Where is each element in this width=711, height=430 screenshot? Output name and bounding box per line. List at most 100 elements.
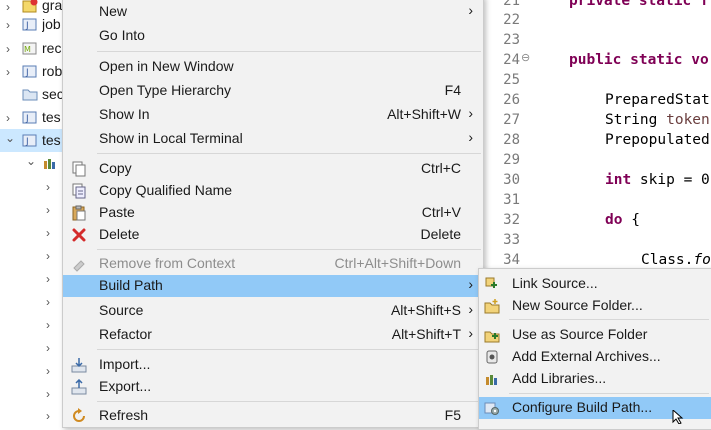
chevron-right-icon[interactable]: › [46, 227, 54, 239]
fold-toggle-icon[interactable]: ⊖ [521, 51, 530, 64]
tree-child-item[interactable]: ⌄ [0, 152, 64, 175]
maven-project-icon: M [22, 40, 38, 56]
tree-child-item[interactable]: › [0, 404, 64, 427]
code-line: int skip = 0 [605, 172, 710, 188]
chevron-right-icon[interactable]: › [46, 319, 54, 331]
menu-item-label: Paste [99, 204, 135, 220]
tree-child-item[interactable]: › [0, 175, 64, 198]
tree-child-item[interactable]: › [0, 267, 64, 290]
menu-item-copy[interactable]: Copy Ctrl+C [63, 158, 483, 180]
menu-item-paste[interactable]: Paste Ctrl+V [63, 202, 483, 224]
export-icon [71, 378, 87, 395]
tree-child-item[interactable]: › [0, 359, 64, 382]
new-source-folder-icon [484, 298, 500, 314]
tree-child-item[interactable]: › [0, 313, 64, 336]
code-line: public static vo [569, 52, 709, 68]
code-line: Prepopulated [605, 132, 710, 148]
chevron-right-icon[interactable]: › [46, 388, 54, 400]
submenu-item-link-source[interactable]: Link Source... [479, 273, 711, 295]
tree-item-project[interactable]: sec [0, 83, 64, 106]
menu-separator [97, 249, 481, 250]
submenu-item-add-libraries[interactable]: Add Libraries... [479, 368, 711, 390]
java-project-icon: J [22, 63, 38, 79]
chevron-right-icon[interactable]: › [6, 43, 14, 55]
chevron-right-icon[interactable]: › [6, 66, 14, 78]
tree-item-project-selected[interactable]: ⌄ J tes [0, 129, 64, 152]
menu-item-shortcut: F4 [444, 82, 461, 98]
tree-child-item[interactable]: › [0, 221, 64, 244]
submenu-item-add-external-archives[interactable]: Add External Archives... [479, 346, 711, 368]
menu-item-source[interactable]: Source Alt+Shift+S › [63, 300, 483, 322]
chevron-right-icon[interactable]: › [46, 296, 54, 308]
submenu-arrow-icon: › [468, 129, 473, 145]
submenu-item-new-source-folder[interactable]: New Source Folder... [479, 295, 711, 317]
chevron-right-icon[interactable]: › [46, 273, 54, 285]
menu-item-copy-qualified-name[interactable]: Copy Qualified Name [63, 180, 483, 202]
menu-item-open-in-new-window[interactable]: Open in New Window [63, 56, 483, 78]
svg-text:J: J [25, 114, 29, 124]
menu-item-new[interactable]: New › [63, 1, 483, 23]
menu-item-shortcut: Alt+Shift+S [390, 302, 461, 318]
menu-item-shortcut: Alt+Shift+W [387, 106, 461, 122]
link-source-icon [484, 276, 500, 292]
menu-item-label: Import... [99, 356, 151, 372]
chevron-down-icon[interactable]: ⌄ [5, 132, 15, 144]
chevron-right-icon[interactable]: › [6, 19, 14, 31]
tree-child-item[interactable]: › [0, 198, 64, 221]
tree-item-project[interactable]: › J job [0, 13, 64, 36]
tree-child-item[interactable]: › [0, 290, 64, 313]
chevron-right-icon[interactable]: › [46, 250, 54, 262]
tree-item-label: gra [42, 0, 63, 13]
copy-icon [71, 161, 87, 177]
submenu-item-label: Use as Source Folder [512, 326, 648, 342]
menu-item-shortcut: Delete [420, 226, 461, 242]
chevron-down-icon[interactable]: ⌄ [26, 155, 36, 167]
tree-item-project[interactable]: › J rob [0, 60, 64, 83]
svg-text:J: J [25, 21, 29, 31]
chevron-right-icon[interactable]: › [46, 342, 54, 354]
menu-item-export[interactable]: Export... [63, 376, 483, 398]
menu-item-show-in-local-terminal[interactable]: Show in Local Terminal › [63, 128, 483, 150]
code-keyword: private static f [569, 0, 709, 9]
chevron-right-icon[interactable]: › [6, 1, 14, 13]
tree-child-item[interactable]: › [0, 244, 64, 267]
line-number: 27 [503, 112, 520, 128]
menu-separator [509, 319, 709, 320]
menu-item-build-path[interactable]: Build Path › [63, 275, 483, 297]
menu-item-label: Show in Local Terminal [99, 130, 243, 146]
tree-item-label: sec [42, 86, 64, 102]
menu-item-delete[interactable]: Delete Delete [63, 224, 483, 246]
menu-item-import[interactable]: Import... [63, 354, 483, 376]
svg-text:M: M [24, 45, 31, 54]
folder-icon [22, 86, 38, 102]
submenu-arrow-icon: › [468, 105, 473, 121]
tree-child-item[interactable]: › [0, 382, 64, 405]
line-number: 22 [503, 12, 520, 28]
menu-item-refresh[interactable]: Refresh F5 [63, 405, 483, 427]
tree-item-project[interactable]: › M rec [0, 37, 64, 60]
chevron-right-icon[interactable]: › [46, 365, 54, 377]
context-menu: New › Go Into Open in New Window Open Ty… [62, 0, 484, 428]
menu-item-label: Remove from Context [99, 255, 236, 271]
project-explorer-tree: › gra › J job › M rec › J rob sec › J te… [0, 0, 64, 422]
chevron-right-icon[interactable]: › [6, 112, 14, 124]
submenu-item-label: Add External Archives... [512, 348, 661, 364]
tree-item-project[interactable]: › J tes [0, 106, 64, 129]
code-text: String [605, 112, 667, 128]
tree-item-label: tes [42, 109, 61, 125]
submenu-item-use-as-source-folder[interactable]: Use as Source Folder [479, 324, 711, 346]
line-number: 34 [503, 252, 520, 268]
menu-item-go-into[interactable]: Go Into [63, 25, 483, 47]
menu-item-refactor[interactable]: Refactor Alt+Shift+T › [63, 324, 483, 346]
chevron-right-icon[interactable]: › [46, 410, 54, 422]
chevron-right-icon[interactable]: › [46, 181, 54, 193]
tree-child-item[interactable]: › [0, 336, 64, 359]
line-number: 29 [503, 152, 520, 168]
menu-item-label: Copy Qualified Name [99, 182, 233, 198]
menu-item-open-type-hierarchy[interactable]: Open Type Hierarchy F4 [63, 80, 483, 102]
menu-item-show-in[interactable]: Show In Alt+Shift+W › [63, 104, 483, 126]
menu-item-label: Go Into [99, 27, 145, 43]
chevron-right-icon[interactable]: › [46, 204, 54, 216]
remove-context-icon [71, 256, 87, 272]
code-line: String token [605, 112, 710, 128]
